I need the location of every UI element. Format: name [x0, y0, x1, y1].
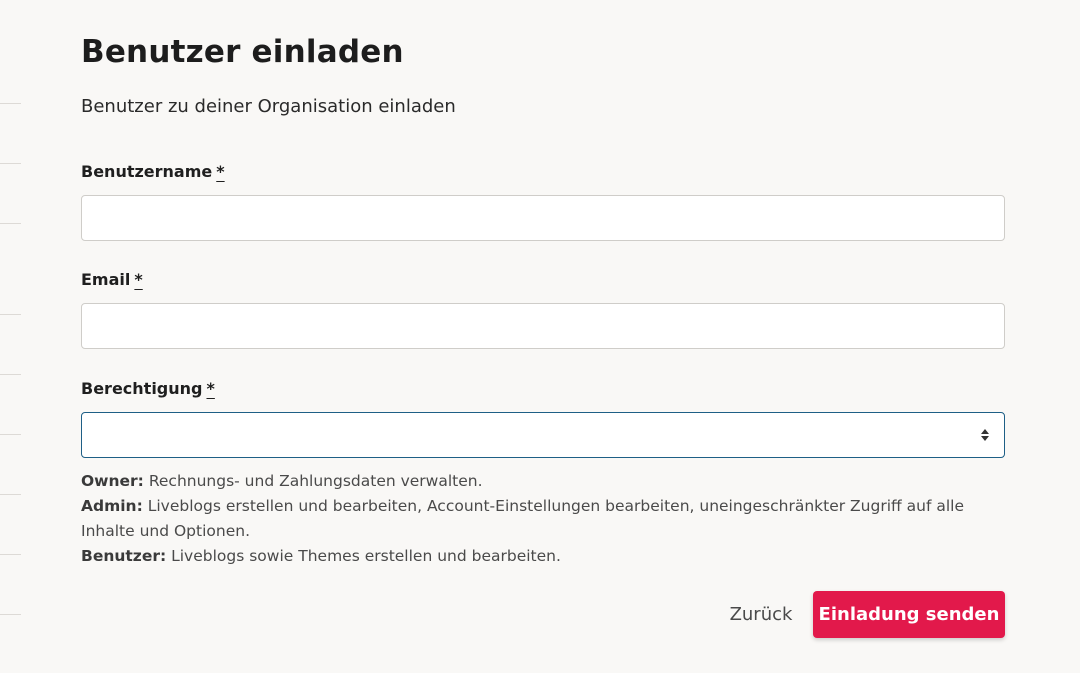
help-admin-text: Liveblogs erstellen und bearbeiten, Acco… [81, 497, 964, 540]
help-owner-title: Owner: [81, 472, 144, 490]
background-divider [0, 614, 21, 615]
required-marker: * [134, 270, 143, 289]
help-user-text: Liveblogs sowie Themes erstellen und bea… [166, 547, 561, 565]
invite-user-dialog: Benutzer einladen Benutzer zu deiner Org… [0, 0, 1080, 673]
background-divider [0, 103, 21, 104]
dialog-title: Benutzer einladen [81, 34, 404, 70]
email-label-text: Email [81, 270, 131, 289]
background-divider [0, 494, 21, 495]
permission-help: Owner: Rechnungs- und Zahlungsdaten verw… [81, 469, 1005, 569]
help-user-title: Benutzer: [81, 547, 167, 565]
email-label: Email * [81, 270, 143, 289]
background-divider [0, 223, 21, 224]
permission-select[interactable] [81, 412, 1005, 458]
email-input[interactable] [81, 303, 1005, 349]
help-admin-title: Admin: [81, 497, 143, 515]
back-button[interactable]: Zurück [718, 591, 804, 638]
permission-label: Berechtigung * [81, 379, 215, 398]
background-divider [0, 554, 21, 555]
help-admin: Admin: Liveblogs erstellen und bearbeite… [81, 494, 1005, 544]
help-user: Benutzer: Liveblogs sowie Themes erstell… [81, 544, 1005, 569]
send-invitation-button[interactable]: Einladung senden [813, 591, 1005, 638]
sort-arrows-icon [980, 429, 990, 441]
background-divider [0, 163, 21, 164]
username-label-text: Benutzername [81, 162, 213, 181]
required-marker: * [206, 379, 215, 398]
background-divider [0, 374, 21, 375]
background-divider [0, 314, 21, 315]
permission-label-text: Berechtigung [81, 379, 203, 398]
required-marker: * [216, 162, 225, 181]
help-owner-text: Rechnungs- und Zahlungsdaten verwalten. [143, 472, 483, 490]
dialog-subtitle: Benutzer zu deiner Organisation einladen [81, 96, 456, 117]
help-owner: Owner: Rechnungs- und Zahlungsdaten verw… [81, 469, 1005, 494]
username-label: Benutzername * [81, 162, 225, 181]
username-input[interactable] [81, 195, 1005, 241]
background-divider [0, 434, 21, 435]
